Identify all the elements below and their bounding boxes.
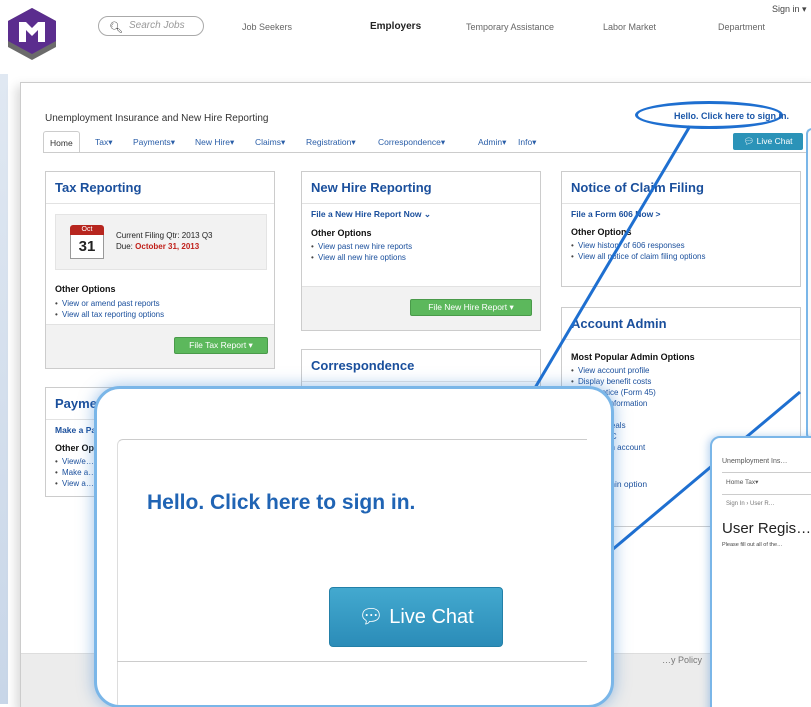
zoom-divider (117, 661, 587, 662)
new-hire-options-list: View past new hire reports View all new … (302, 241, 540, 263)
tab-registration[interactable]: Registration▾ (306, 131, 356, 153)
account-admin-title: Account Admin (562, 308, 800, 340)
due-date: October 31, 2013 (135, 242, 200, 251)
live-chat-button[interactable]: 💬︎ Live Chat (733, 133, 803, 150)
tab-divider (43, 152, 811, 153)
search-icon: 🔍︎ (109, 22, 123, 34)
list-item[interactable]: View or amend past reports (55, 298, 164, 309)
list-item[interactable]: View all new hire options (311, 252, 531, 263)
sign-in-menu[interactable]: Sign in ▾ (772, 4, 807, 15)
list-item[interactable]: View past new hire reports (311, 241, 531, 252)
divider (722, 472, 811, 473)
calendar-icon: Oct 31 (70, 225, 104, 259)
filing-info-box: Oct 31 Current Filing Qtr: 2013 Q3 Due: … (55, 214, 267, 270)
file-new-hire-report-button[interactable]: File New Hire Report ▾ (410, 299, 532, 316)
search-jobs-input[interactable]: 🔍︎ Search Jobs (98, 16, 204, 36)
list-item[interactable]: Display benefit costs (571, 376, 791, 387)
tab-claims[interactable]: Claims▾ (255, 131, 285, 153)
nav-temporary-assistance[interactable]: Temporary Assistance (466, 22, 554, 32)
calendar-day: 31 (70, 235, 104, 259)
notice-other-options: Other Options (571, 227, 632, 237)
notice-of-claim-title: Notice of Claim Filing (562, 172, 800, 204)
admin-popular-heading: Most Popular Admin Options (571, 352, 695, 362)
sign-in-link[interactable]: Hello. Click here to sign in. (674, 111, 789, 121)
tab-new-hire[interactable]: New Hire▾ (195, 131, 234, 153)
zoom-inset: Hello. Click here to sign in. 💬︎ Live Ch… (94, 386, 614, 707)
due-row: Due: October 31, 2013 (116, 242, 199, 251)
list-item[interactable]: View history of 606 responses (571, 240, 791, 251)
list-item[interactable]: View account profile (571, 365, 791, 376)
zoom-live-chat-label: Live Chat (389, 606, 474, 628)
nav-department[interactable]: Department (718, 22, 765, 32)
file-tax-report-button[interactable]: File Tax Report ▾ (174, 337, 268, 354)
zoom-live-chat-button[interactable]: 💬︎ Live Chat (329, 587, 503, 647)
tax-options-list: View or amend past reports View all tax … (46, 298, 173, 320)
search-placeholder: Search Jobs (129, 20, 185, 31)
breadcrumb[interactable]: Sign In › User R… (726, 501, 775, 507)
tax-panel-footer: File Tax Report ▾ (46, 324, 274, 368)
registration-inset: Unemployment Ins… Home Tax▾ Sign In › Us… (710, 436, 811, 707)
due-label: Due: (116, 242, 133, 251)
new-hire-title: New Hire Reporting (302, 172, 540, 204)
zoom-sign-in-link[interactable]: Hello. Click here to sign in. (147, 491, 415, 515)
left-accent-bar (0, 74, 8, 704)
calendar-month: Oct (70, 225, 104, 235)
tab-tax[interactable]: Tax▾ (95, 131, 113, 153)
file-new-hire-link[interactable]: File a New Hire Report Now ⌄ (302, 204, 540, 220)
list-item[interactable]: Rate notice (Form 45) (571, 387, 791, 398)
file-form-606-link[interactable]: File a Form 606 Now > (562, 204, 800, 219)
tab-home[interactable]: Home (43, 131, 80, 153)
nav-labor-market[interactable]: Labor Market (603, 22, 656, 32)
page-title: Unemployment Insurance and New Hire Repo… (45, 113, 269, 124)
right-edge-panel (806, 128, 811, 440)
divider (722, 494, 811, 495)
tax-other-options-heading: Other Options (55, 284, 116, 294)
filing-quarter: Current Filing Qtr: 2013 Q3 (116, 231, 213, 240)
tab-info[interactable]: Info▾ (518, 131, 536, 153)
live-chat-label: Live Chat (756, 136, 793, 146)
tab-payments[interactable]: Payments▾ (133, 131, 175, 153)
new-hire-footer: File New Hire Report ▾ (302, 286, 540, 330)
new-hire-panel: New Hire Reporting File a New Hire Repor… (301, 171, 541, 331)
list-item[interactable]: View all tax reporting options (55, 309, 164, 320)
registration-app-title: Unemployment Ins… (722, 458, 788, 465)
tax-reporting-title: Tax Reporting (46, 172, 274, 204)
chat-icon: 💬︎ (358, 606, 384, 628)
registration-instructions: Please fill out all of the… (722, 542, 783, 548)
privacy-policy-link[interactable]: …y Policy (662, 655, 702, 665)
new-hire-other-options: Other Options (311, 228, 372, 238)
registration-heading: User Regis… (722, 520, 811, 537)
list-item[interactable]: View all notice of claim filing options (571, 251, 791, 262)
correspondence-title: Correspondence (302, 350, 540, 382)
notice-of-claim-panel: Notice of Claim Filing File a Form 606 N… (561, 171, 801, 287)
notice-options-list: View history of 606 responses View all n… (562, 240, 800, 262)
tab-correspondence[interactable]: Correspondence▾ (378, 131, 445, 153)
chat-icon: 💬︎ (743, 136, 755, 146)
tax-reporting-panel: Tax Reporting Oct 31 Current Filing Qtr:… (45, 171, 275, 369)
nav-job-seekers[interactable]: Job Seekers (242, 22, 292, 32)
nav-employers[interactable]: Employers (370, 21, 421, 32)
registration-tabs[interactable]: Home Tax▾ (726, 478, 758, 486)
zoom-inner-frame (117, 439, 587, 705)
screenshot-root: 🔍︎ Search Jobs Job Seekers Employers Tem… (0, 0, 811, 707)
brand-logo (8, 8, 56, 60)
tab-admin[interactable]: Admin▾ (478, 131, 506, 153)
